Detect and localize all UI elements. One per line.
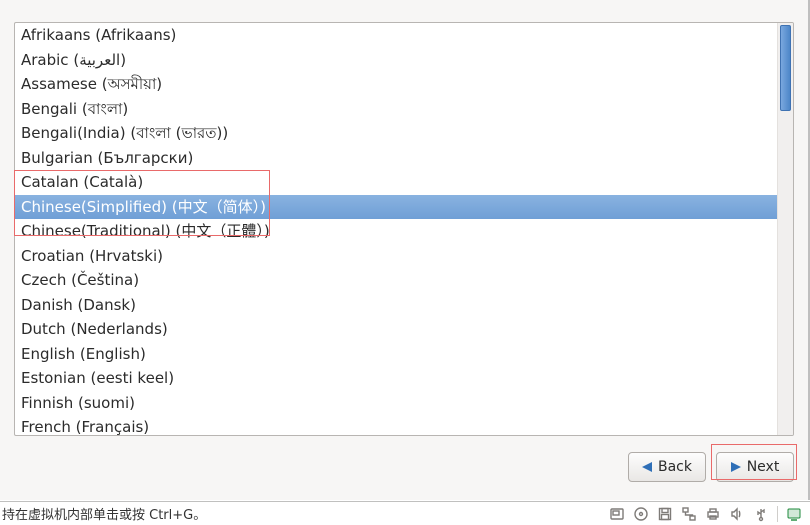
tray-separator <box>777 506 778 522</box>
list-item[interactable]: Dutch (Nederlands) <box>15 317 777 342</box>
statusbar-hint: 持在虚拟机内部单击或按 Ctrl+G。 <box>0 504 601 523</box>
list-item[interactable]: Bulgarian (Български) <box>15 146 777 171</box>
arrow-right-icon <box>731 462 741 472</box>
list-item[interactable]: Danish (Dansk) <box>15 293 777 318</box>
sound-icon[interactable] <box>729 506 745 522</box>
network-icon[interactable] <box>681 506 697 522</box>
language-listbox[interactable]: Afrikaans (Afrikaans)Arabic (العربية)Ass… <box>15 23 777 435</box>
list-item[interactable]: Arabic (العربية) <box>15 48 777 73</box>
usb-icon[interactable] <box>753 506 769 522</box>
scrollbar-vertical[interactable] <box>777 23 793 435</box>
list-item[interactable]: Afrikaans (Afrikaans) <box>15 23 777 48</box>
floppy-icon[interactable] <box>657 506 673 522</box>
list-item[interactable]: Chinese(Simplified) (中文（简体）) <box>15 195 777 220</box>
next-button[interactable]: Next <box>716 452 794 482</box>
vm-status-icon[interactable] <box>786 506 802 522</box>
list-item[interactable]: Finnish (suomi) <box>15 391 777 416</box>
list-item[interactable]: English (English) <box>15 342 777 367</box>
list-item[interactable]: Estonian (eesti keel) <box>15 366 777 391</box>
list-item[interactable]: Croatian (Hrvatski) <box>15 244 777 269</box>
statusbar-tray <box>601 506 810 522</box>
arrow-left-icon <box>642 462 652 472</box>
next-button-label: Next <box>747 459 780 475</box>
list-item[interactable]: Chinese(Traditional) (中文（正體）) <box>15 219 777 244</box>
cd-icon[interactable] <box>633 506 649 522</box>
scrollbar-thumb[interactable] <box>780 25 791 111</box>
installer-panel: Afrikaans (Afrikaans)Arabic (العربية)Ass… <box>0 0 810 500</box>
language-listbox-frame: Afrikaans (Afrikaans)Arabic (العربية)Ass… <box>14 22 794 436</box>
vm-statusbar: 持在虚拟机内部单击或按 Ctrl+G。 <box>0 501 810 525</box>
disk-icon[interactable] <box>609 506 625 522</box>
navigation-buttons: Back Next <box>628 452 794 484</box>
list-item[interactable]: Bengali(India) (বাংলা (ভারত)) <box>15 121 777 146</box>
back-button[interactable]: Back <box>628 452 706 482</box>
list-item[interactable]: Bengali (বাংলা) <box>15 97 777 122</box>
list-item[interactable]: French (Français) <box>15 415 777 435</box>
list-item[interactable]: Assamese (অসমীয়া) <box>15 72 777 97</box>
list-item[interactable]: Czech (Čeština) <box>15 268 777 293</box>
back-button-label: Back <box>658 459 692 475</box>
list-item[interactable]: Catalan (Català) <box>15 170 777 195</box>
printer-icon[interactable] <box>705 506 721 522</box>
